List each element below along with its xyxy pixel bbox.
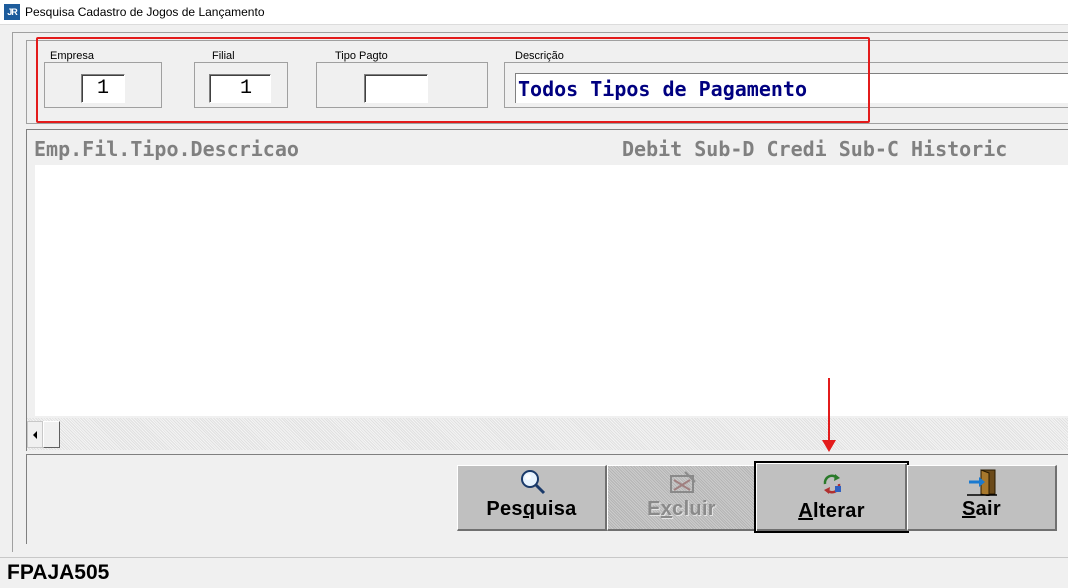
list-header: Emp.Fil.Tipo.Descricao Debit Sub-D Credi … xyxy=(34,137,1068,163)
scroll-left-arrow-icon[interactable] xyxy=(27,421,43,448)
window-title: Pesquisa Cadastro de Jogos de Lançamento xyxy=(25,5,265,19)
alterar-button[interactable]: Alterar xyxy=(754,461,909,533)
sair-label: Sair xyxy=(961,498,1001,520)
excluir-label: Excluir xyxy=(647,498,716,520)
title-bar: JR Pesquisa Cadastro de Jogos de Lançame… xyxy=(0,0,1068,24)
status-separator xyxy=(0,557,1068,558)
excluir-button[interactable]: Excluir xyxy=(607,465,757,531)
title-separator xyxy=(0,24,1068,25)
program-code: FPAJA505 xyxy=(7,561,110,584)
pesquisa-button[interactable]: Pesquisa xyxy=(457,465,607,531)
magnifier-icon xyxy=(520,470,545,495)
list-header-right: Debit Sub-D Credi Sub-C Historic xyxy=(622,137,1008,161)
annotation-arrow-head xyxy=(822,440,836,452)
delete-icon xyxy=(669,471,696,493)
refresh-edit-icon xyxy=(823,474,841,494)
horizontal-scrollbar[interactable] xyxy=(27,418,1068,450)
highlight-annotation xyxy=(36,37,870,123)
results-list[interactable] xyxy=(35,165,1068,416)
sair-button[interactable]: Sair xyxy=(907,465,1057,531)
annotation-arrow-shaft xyxy=(828,378,830,442)
app-icon: JR xyxy=(4,4,20,20)
pesquisa-label: Pesquisa xyxy=(486,498,577,520)
exit-door-icon xyxy=(966,469,997,496)
scrollbar-thumb[interactable] xyxy=(43,421,60,448)
alterar-label: Alterar xyxy=(798,500,865,522)
list-header-left: Emp.Fil.Tipo.Descricao xyxy=(34,137,299,161)
